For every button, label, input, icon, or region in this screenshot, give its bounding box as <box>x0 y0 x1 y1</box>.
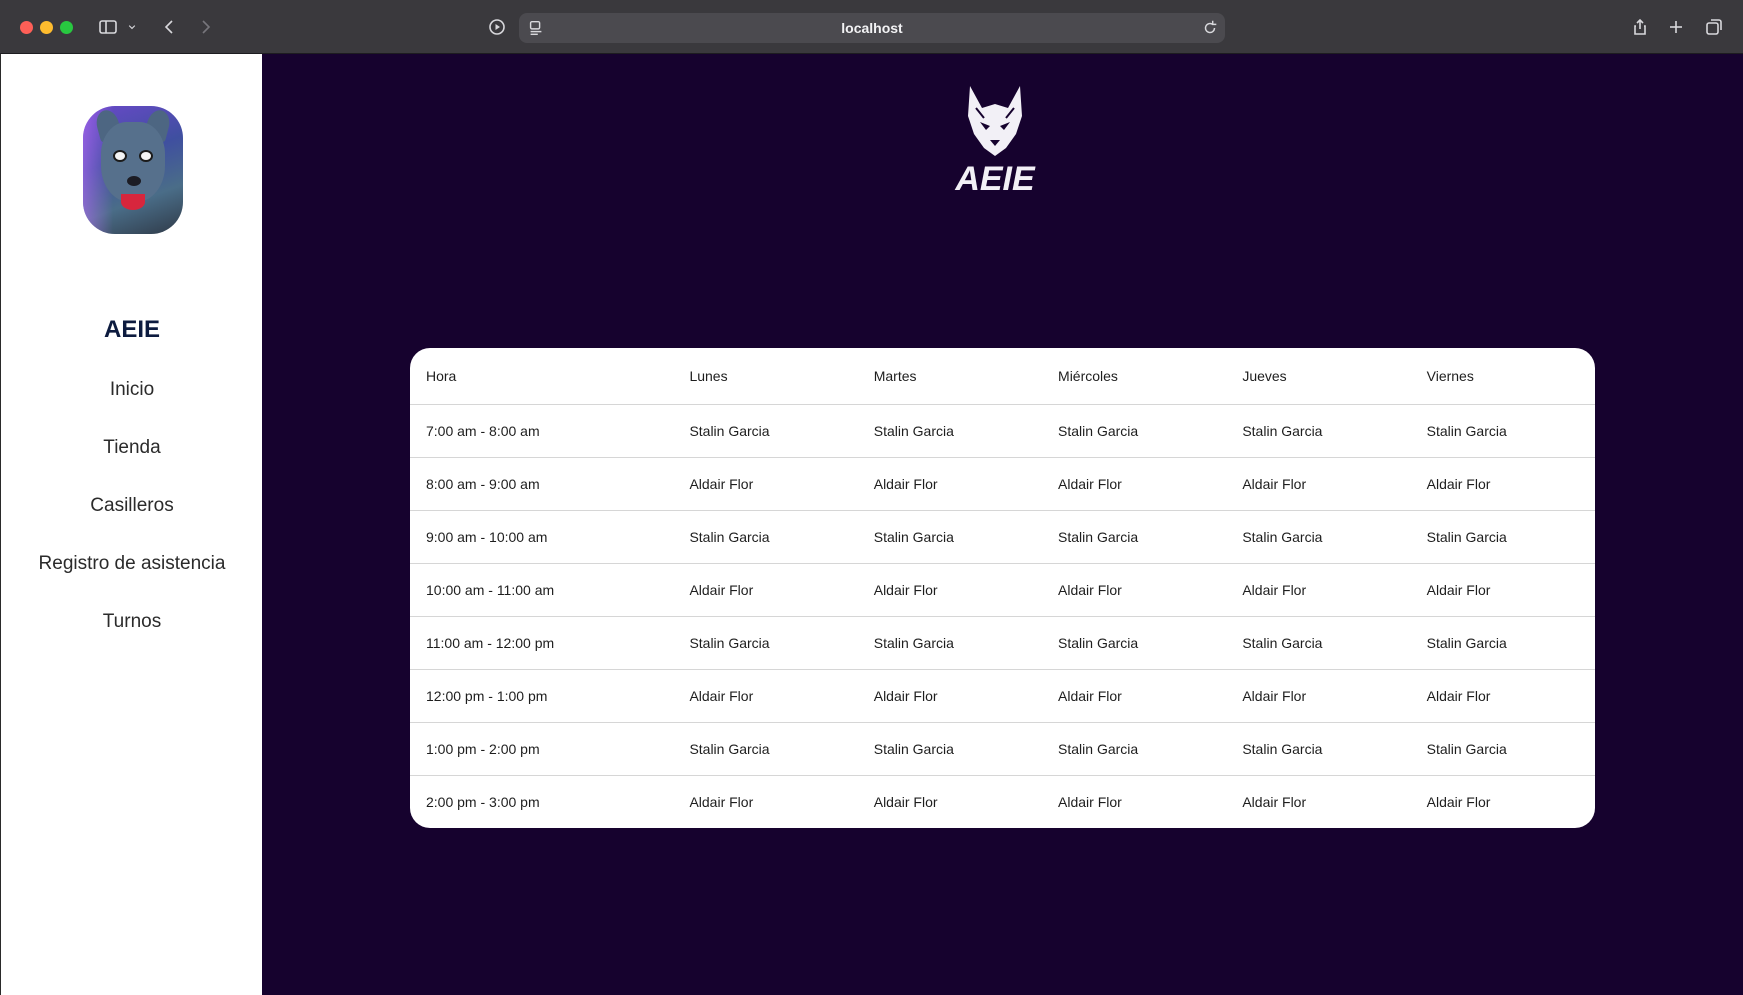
assignee-cell: Aldair Flor <box>1042 563 1227 617</box>
assignee-cell: Stalin Garcia <box>1042 510 1227 564</box>
share-icon[interactable] <box>1628 15 1652 39</box>
assignee-cell: Aldair Flor <box>1042 457 1227 511</box>
svg-text:AEIE: AEIE <box>954 160 1036 198</box>
wolf-logo: AEIE <box>940 78 1050 198</box>
schedule-table: Hora Lunes Martes Miércoles Jueves Viernes 7:… <box>410 348 1595 828</box>
table-row: 7:00 am - 8:00 am Stalin Garcia Stalin Gar… <box>410 404 1595 458</box>
assignee-cell: Aldair Flor <box>1426 793 1491 810</box>
column-header: Lunes <box>673 348 858 405</box>
table-row: 12:00 pm - 1:00 pm Aldair Flor Aldair Flor… <box>410 669 1595 723</box>
schedule-card: Hora Lunes Martes Miércoles Jueves Viernes 7:… <box>410 348 1595 828</box>
time-slot-cell: 1:00 pm - 2:00 pm <box>410 722 674 776</box>
assignee-cell: Stalin Garcia <box>857 722 1043 776</box>
assignee-cell: Stalin Garcia <box>673 616 858 670</box>
nav-item-casilleros[interactable]: Casilleros <box>1 490 263 548</box>
assignee-cell: Stalin Garcia <box>857 404 1043 458</box>
assignee-cell: Stalin Garcia <box>1226 722 1411 776</box>
assignee-cell: Aldair Flor <box>1226 457 1411 511</box>
minimize-window-button[interactable] <box>40 21 53 34</box>
assignee-cell: Stalin Garcia <box>673 510 858 564</box>
assignee-cell: Aldair Flor <box>1242 793 1307 810</box>
time-slot-cell: 7:00 am - 8:00 am <box>410 404 674 458</box>
media-play-icon[interactable] <box>485 15 509 39</box>
browser-toolbar: localhost <box>0 0 1743 54</box>
page-content: AEIE Inicio Tienda Casilleros Registro d… <box>0 54 1743 995</box>
chevron-down-icon[interactable] <box>125 15 139 39</box>
back-icon[interactable] <box>158 15 182 39</box>
assignee-cell: Aldair Flor <box>1226 669 1411 723</box>
table-row: 11:00 am - 12:00 pm Stalin Garcia Stalin G… <box>410 616 1595 670</box>
assignee-cell: Stalin Garcia <box>1226 404 1411 458</box>
time-slot-cell: 12:00 pm - 1:00 pm <box>410 669 674 723</box>
table-row: 1:00 pm - 2:00 pm Stalin Garcia Stalin Gar… <box>410 722 1595 776</box>
time-slot-cell: 8:00 am - 9:00 am <box>410 457 674 511</box>
assignee-cell: Stalin Garcia <box>1410 510 1595 564</box>
address-bar[interactable]: localhost <box>519 13 1225 43</box>
assignee-cell: Stalin Garcia <box>673 722 858 776</box>
nav-item-tienda[interactable]: Tienda <box>1 432 263 490</box>
assignee-cell: Aldair Flor <box>857 457 1043 511</box>
reload-icon[interactable] <box>1201 19 1219 37</box>
new-tab-icon[interactable] <box>1664 15 1688 39</box>
sidebar-toggle-icon[interactable] <box>96 15 120 39</box>
assignee-cell: Stalin Garcia <box>1042 616 1227 670</box>
table-header-row: Hora Lunes Martes Miércoles Jueves Viernes <box>410 348 1595 405</box>
assignee-cell: Stalin Garcia <box>857 510 1043 564</box>
assignee-cell: Stalin Garcia <box>673 404 858 458</box>
sidebar-nav: Inicio Tienda Casilleros Registro de asi… <box>1 374 263 664</box>
close-window-button[interactable] <box>20 21 33 34</box>
assignee-cell: Aldair Flor <box>857 563 1043 617</box>
tab-overview-icon[interactable] <box>1702 15 1726 39</box>
nav-item-registro-asistencia[interactable]: Registro de asistencia <box>1 548 263 606</box>
column-header: Martes <box>857 348 1043 405</box>
assignee-cell: Aldair Flor <box>1410 669 1595 723</box>
assignee-cell: Aldair Flor <box>1410 563 1595 617</box>
assignee-cell: Stalin Garcia <box>1042 722 1227 776</box>
forward-icon[interactable] <box>193 15 217 39</box>
maximize-window-button[interactable] <box>60 21 73 34</box>
assignee-cell: Aldair Flor <box>689 793 754 810</box>
column-header: Miércoles <box>1042 348 1227 405</box>
assignee-cell: Stalin Garcia <box>1226 616 1411 670</box>
assignee-cell: Aldair Flor <box>1226 563 1411 617</box>
column-header: Jueves <box>1226 348 1411 405</box>
sidebar-brand: AEIE <box>103 316 160 343</box>
column-header: Hora <box>410 348 674 405</box>
time-slot-cell: 2:00 pm - 3:00 pm <box>426 793 540 810</box>
assignee-cell: Aldair Flor <box>857 669 1043 723</box>
sidebar: AEIE Inicio Tienda Casilleros Registro d… <box>0 54 262 995</box>
nav-item-inicio[interactable]: Inicio <box>1 374 263 432</box>
assignee-cell: Stalin Garcia <box>1410 616 1595 670</box>
table-row: 8:00 am - 9:00 am Aldair Flor Aldair Flor A… <box>410 457 1595 511</box>
assignee-cell: Aldair Flor <box>673 563 858 617</box>
column-header: Viernes <box>1410 348 1595 405</box>
assignee-cell: Aldair Flor <box>1042 669 1227 723</box>
assignee-cell: Stalin Garcia <box>1226 510 1411 564</box>
assignee-cell: Stalin Garcia <box>1410 404 1595 458</box>
assignee-cell: Stalin Garcia <box>857 616 1043 670</box>
assignee-cell: Stalin Garcia <box>1410 722 1595 776</box>
table-row: 10:00 am - 11:00 am Aldair Flor Aldair Flo… <box>410 563 1595 617</box>
assignee-cell: Aldair Flor <box>673 669 858 723</box>
assignee-cell: Aldair Flor <box>673 457 858 511</box>
time-slot-cell: 9:00 am - 10:00 am <box>410 510 674 564</box>
url-text: localhost <box>841 20 903 36</box>
time-slot-cell: 10:00 am - 11:00 am <box>410 563 674 617</box>
assignee-cell: Aldair Flor <box>873 793 938 810</box>
table-row: 2:00 pm - 3:00 pm Aldair Flor Aldair Flor A… <box>410 775 1595 828</box>
avatar <box>83 106 183 234</box>
table-row: 9:00 am - 10:00 am Stalin Garcia Stalin Ga… <box>410 510 1595 564</box>
time-slot-cell: 11:00 am - 12:00 pm <box>410 616 674 670</box>
assignee-cell: Aldair Flor <box>1410 457 1595 511</box>
nav-item-turnos[interactable]: Turnos <box>1 606 263 664</box>
assignee-cell: Stalin Garcia <box>1042 404 1227 458</box>
assignee-cell: Aldair Flor <box>1058 793 1122 810</box>
